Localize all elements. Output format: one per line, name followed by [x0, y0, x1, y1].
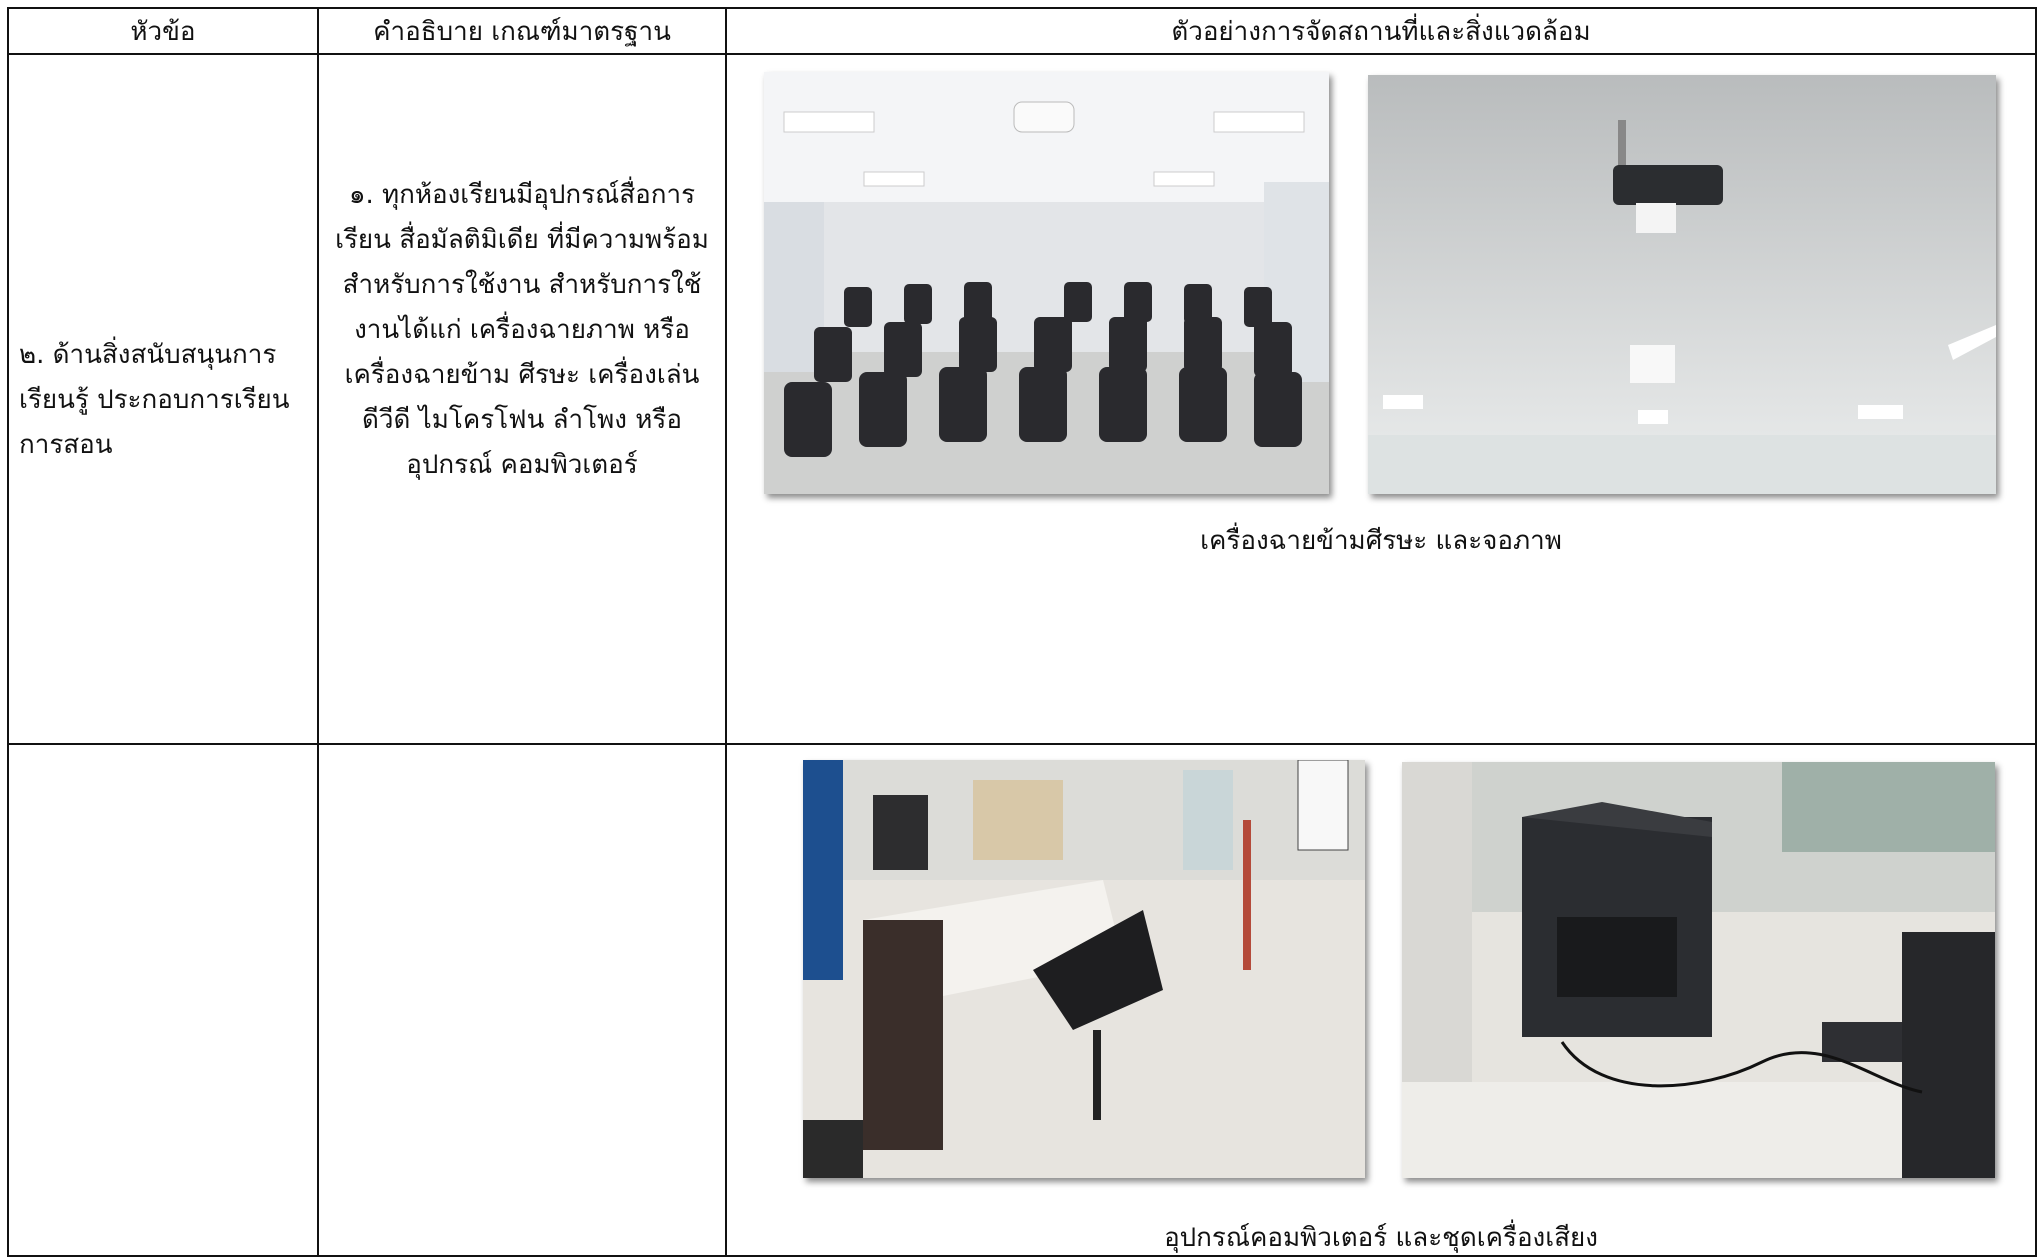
computer-desk-photo [803, 760, 1365, 1178]
table-row: อุปกรณ์คอมพิวเตอร์ และชุดเครื่องเสียง [7, 743, 2037, 1257]
row-1-caption: เครื่องฉายข้ามศีรษะ และจอภาพ [1200, 526, 1562, 556]
header-row: หัวข้อ คำอธิบาย เกณฑ์มาตรฐาน ตัวอย่างการ… [7, 7, 2037, 55]
criteria-table: หัวข้อ คำอธิบาย เกณฑ์มาตรฐาน ตัวอย่างการ… [7, 7, 2037, 1257]
row-2-caption: อุปกรณ์คอมพิวเตอร์ และชุดเครื่องเสียง [1164, 1223, 1598, 1253]
table-row: ๒. ด้านสิ่งสนับสนุนการเรียนรู้ ประกอบการ… [7, 53, 2037, 745]
sound-cabinet-photo [1402, 762, 1995, 1178]
topic-cell [7, 743, 319, 1257]
description-cell [317, 743, 727, 1257]
header-example: ตัวอย่างการจัดสถานที่และสิ่งแวดล้อม [725, 7, 2037, 55]
classroom-photo [764, 72, 1329, 494]
topic-cell: ๒. ด้านสิ่งสนับสนุนการเรียนรู้ ประกอบการ… [7, 53, 319, 745]
description-cell: ๑. ทุกห้องเรียนมีอุปกรณ์สื่อการเรียน สื่… [317, 53, 727, 745]
ceiling-projector-photo [1368, 75, 1996, 494]
example-cell: เครื่องฉายข้ามศีรษะ และจอภาพ [725, 53, 2037, 745]
topic-text: ๒. ด้านสิ่งสนับสนุนการเรียนรู้ ประกอบการ… [19, 340, 290, 460]
header-topic: หัวข้อ [7, 7, 319, 55]
example-cell: อุปกรณ์คอมพิวเตอร์ และชุดเครื่องเสียง [725, 743, 2037, 1257]
description-text: ๑. ทุกห้องเรียนมีอุปกรณ์สื่อการเรียน สื่… [335, 180, 709, 480]
header-description: คำอธิบาย เกณฑ์มาตรฐาน [317, 7, 727, 55]
